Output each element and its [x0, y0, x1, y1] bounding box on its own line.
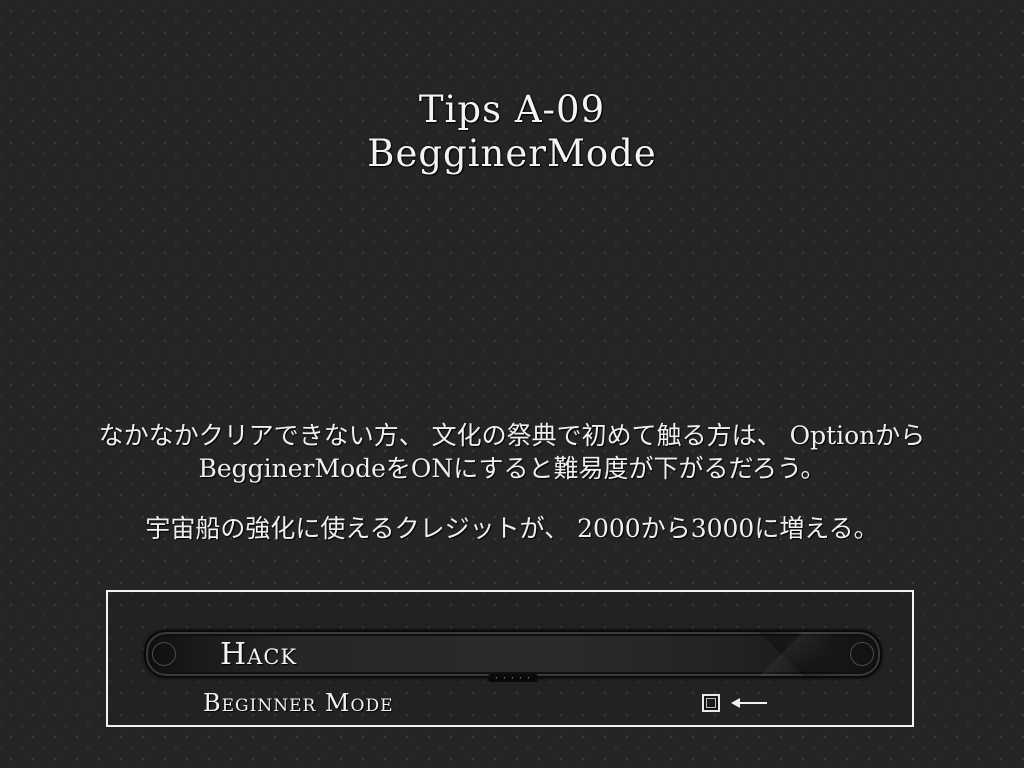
left-arrow-icon — [731, 698, 767, 708]
ornament-left-icon — [152, 642, 176, 666]
bar-dots-ornament: ・・・・・ — [488, 674, 538, 682]
checkbox-inner-icon — [706, 698, 716, 708]
tips-body-line-1: なかなかクリアできない方、 文化の祭典で初めて触る方は、 Optionから — [98, 421, 926, 450]
tips-title: Tips A-09 BegginerMode — [0, 88, 1024, 176]
tips-body-line-2: BegginerModeをONにすると難易度が下がるだろう。 — [198, 454, 826, 483]
beginner-mode-checkbox[interactable] — [702, 694, 720, 712]
ornament-right-icon — [850, 642, 874, 666]
option-label: Beginner Mode — [203, 689, 394, 717]
section-title: Hack — [220, 637, 298, 672]
tips-title-line-1: Tips A-09 — [418, 88, 606, 131]
option-row-beginner-mode[interactable]: Beginner Mode — [203, 688, 803, 718]
bar-facet-decoration — [724, 632, 854, 676]
tips-body-line-3: 宇宙船の強化に使えるクレジットが、 2000から3000に増える。 — [145, 514, 879, 543]
options-panel: Hack ・・・・・ Beginner Mode — [106, 590, 914, 727]
section-header-bar: Hack — [144, 630, 882, 678]
tips-body: なかなかクリアできない方、 文化の祭典で初めて触る方は、 Optionから Be… — [0, 419, 1024, 545]
tips-title-line-2: BegginerMode — [367, 132, 657, 175]
